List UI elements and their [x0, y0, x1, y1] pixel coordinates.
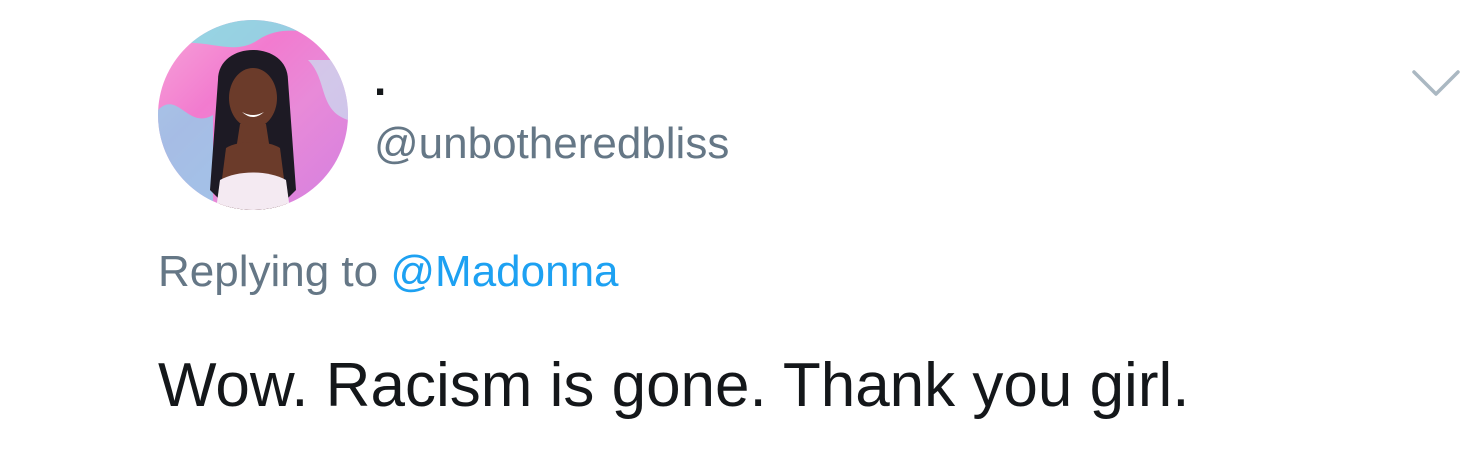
tweet-text: Wow. Racism is gone. Thank you girl.	[158, 351, 1190, 420]
tweet-card[interactable]: . @unbotheredbliss Replying to @Madonna …	[0, 0, 1480, 465]
display-name[interactable]: .	[374, 56, 386, 106]
replying-to: Replying to @Madonna	[158, 244, 619, 300]
reply-mention-link[interactable]: @Madonna	[390, 247, 618, 296]
replying-to-label: Replying to	[158, 247, 379, 296]
user-handle[interactable]: @unbotheredbliss	[374, 117, 729, 171]
chevron-down-icon[interactable]	[1408, 62, 1464, 102]
avatar[interactable]	[158, 20, 348, 210]
